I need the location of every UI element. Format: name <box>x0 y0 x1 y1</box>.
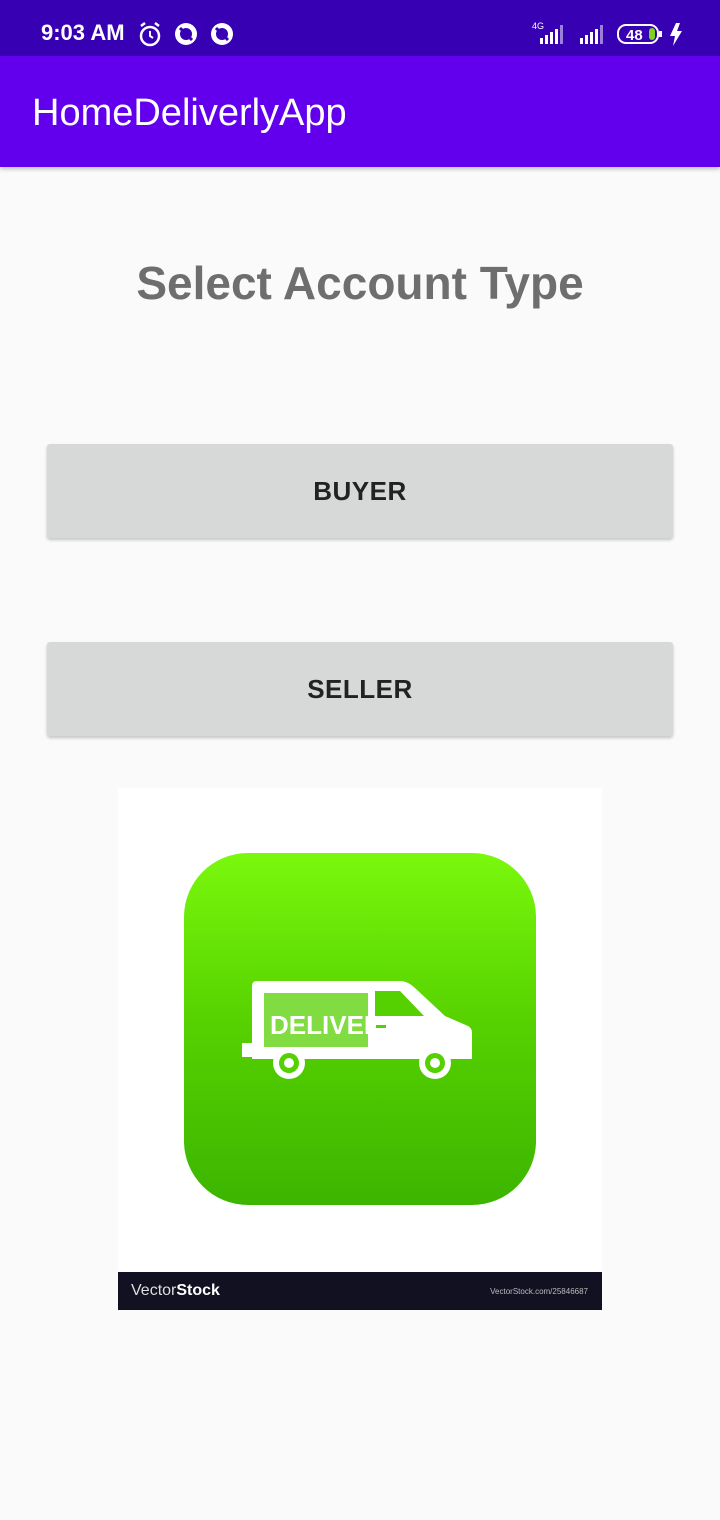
app-bar: HomeDeliverlyApp <box>0 56 720 167</box>
status-time: 9:03 AM <box>41 20 125 45</box>
buyer-button[interactable]: BUYER <box>47 444 673 538</box>
signal-icon <box>580 25 603 44</box>
status-notification-icons <box>139 22 233 47</box>
page-heading: Select Account Type <box>136 257 584 309</box>
battery-icon: 48 <box>617 24 662 44</box>
status-system-icons: 4G 48 <box>532 21 682 46</box>
notification-icon <box>211 23 233 45</box>
delivery-image: DELIVERY VectorStock VectorStock.com/258… <box>118 788 602 1310</box>
notification-icon <box>175 23 197 45</box>
network-type: 4G <box>532 21 544 31</box>
delivery-van-icon: DELIVERY <box>242 981 472 1079</box>
seller-button[interactable]: SELLER <box>47 642 673 736</box>
charging-icon <box>670 23 682 46</box>
battery-level: 48 <box>626 27 643 44</box>
watermark-url: VectorStock.com/25846687 <box>490 1287 588 1296</box>
watermark-brand: VectorStock <box>131 1282 220 1299</box>
watermark-bar: VectorStock VectorStock.com/25846687 <box>118 1272 602 1310</box>
status-bar: 9:03 AM 4G 48 <box>0 0 720 56</box>
alarm-icon <box>139 22 161 47</box>
delivery-tile: DELIVERY <box>184 853 536 1205</box>
app-title: HomeDeliverlyApp <box>32 92 347 134</box>
